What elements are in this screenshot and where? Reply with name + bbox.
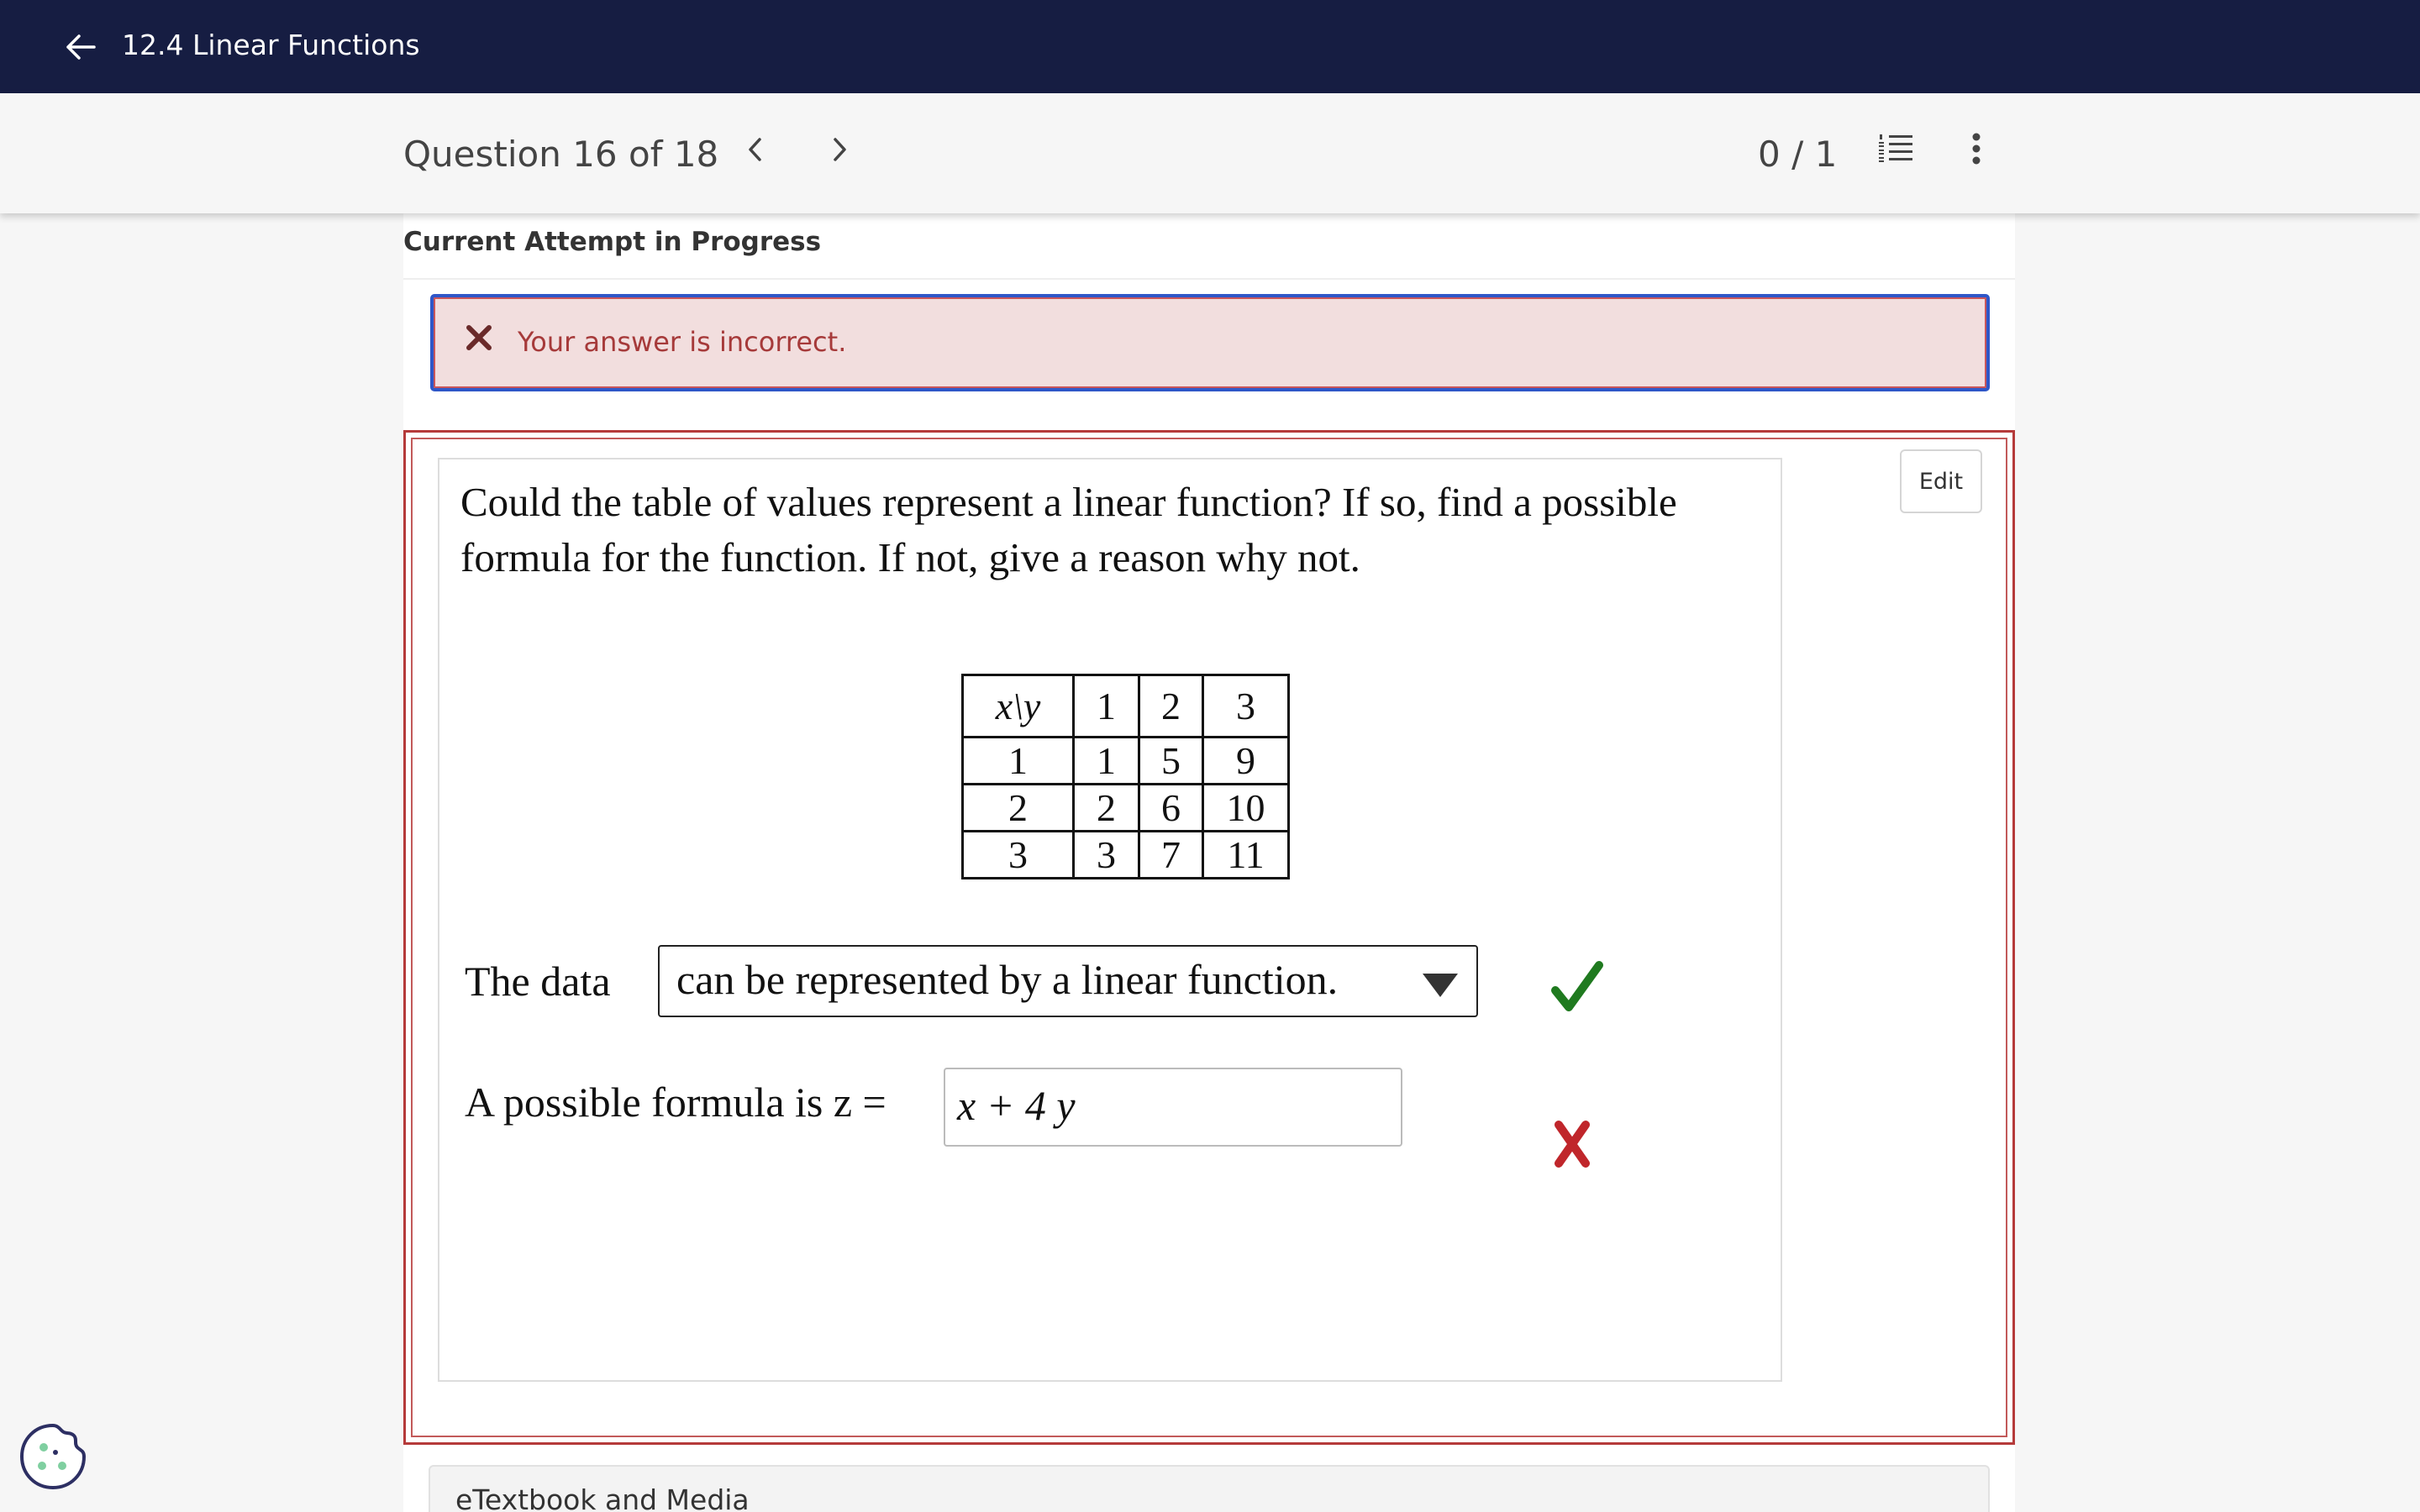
feedback-banner: Your answer is incorrect. [430,294,1990,391]
table-cell: 3 [1072,830,1140,879]
cookie-icon [18,1423,87,1494]
question-panel: Could the table of values represent a li… [438,458,1782,1382]
back-arrow-icon[interactable] [59,27,103,67]
data-label: The data [465,958,611,1005]
cookie-settings-button[interactable] [18,1422,87,1491]
edit-button[interactable]: Edit [1900,449,1982,513]
top-bar: 12.4 Linear Functions [0,0,2420,93]
numbered-list-icon [1877,132,1914,170]
dropdown-selected-value: can be represented by a linear function. [676,956,1339,1003]
question-nav-bar: Question 16 of 18 0 / 1 [0,93,2420,213]
table-cell: 6 [1138,783,1204,832]
table-row: 1 1 5 9 [961,736,1290,785]
table-row-header: 1 [961,736,1075,785]
more-options-button[interactable] [1953,127,2000,174]
cross-mark-icon [1550,1120,1594,1173]
close-x-icon [462,321,496,354]
table-header-cell: 2 [1138,674,1204,738]
assignment-title[interactable]: 12.4 Linear Functions [122,29,420,61]
table-header-row: x\y 1 2 3 [961,674,1290,738]
table-cell: 11 [1202,830,1290,879]
attempt-status-label: Current Attempt in Progress [403,227,822,257]
question-frame: Edit Could the table of values represent… [403,430,2015,1445]
formula-input[interactable]: x + 4 y [944,1068,1402,1147]
table-cell: 1 [1072,736,1140,785]
checkmark-icon [1550,960,1604,1018]
table-row-header: 3 [961,830,1075,879]
table-cell: 2 [1072,783,1140,832]
values-table: x\y 1 2 3 1 1 5 9 2 2 6 10 3 3 7 11 [961,674,1290,879]
table-row: 2 2 6 10 [961,783,1290,832]
table-row: 3 3 7 11 [961,830,1290,879]
linearity-dropdown[interactable]: can be represented by a linear function. [658,945,1478,1017]
formula-label: A possible formula is z = [465,1079,886,1126]
question-score: 0 / 1 [1758,134,1838,175]
table-header-cell: 1 [1072,674,1140,738]
previous-question-button[interactable] [736,130,773,172]
table-corner-cell: x\y [961,674,1075,738]
kebab-menu-icon [1971,132,1981,170]
question-prompt: Could the table of values represent a li… [460,479,1677,580]
divider [403,278,2015,280]
table-header-cell: 3 [1202,674,1290,738]
question-content: Current Attempt in Progress Your answer … [403,213,2015,1512]
question-counter: Question 16 of 18 [403,134,719,175]
feedback-message: Your answer is incorrect. [518,326,847,358]
formula-value: x + 4 y [957,1082,1076,1129]
table-cell: 9 [1202,736,1290,785]
chevron-right-icon [832,136,849,167]
chevron-left-icon [746,136,763,167]
table-row-header: 2 [961,783,1075,832]
caret-down-icon [1423,974,1458,997]
table-cell: 5 [1138,736,1204,785]
panel-title: eTextbook and Media [455,1483,750,1512]
table-cell: 7 [1138,830,1204,879]
next-question-button[interactable] [822,130,859,172]
table-cell: 10 [1202,783,1290,832]
question-list-button[interactable] [1872,127,1919,174]
etextbook-media-panel[interactable]: eTextbook and Media [429,1465,1990,1512]
